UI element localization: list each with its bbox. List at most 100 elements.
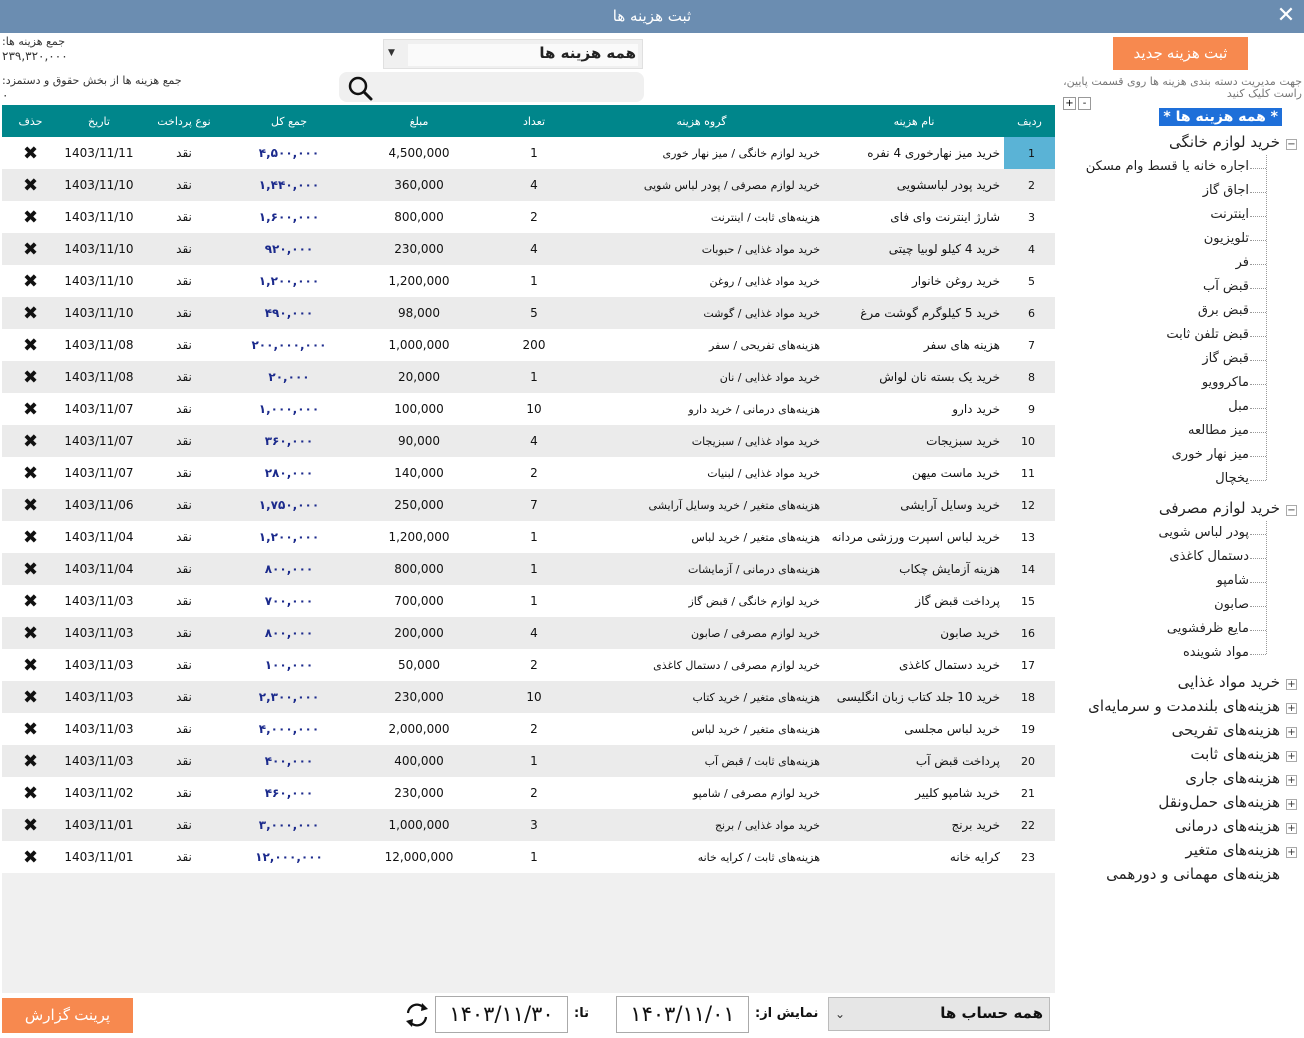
column-header-amount[interactable]: مبلغ: [349, 105, 489, 137]
delete-icon[interactable]: ✖: [2, 841, 59, 873]
table-row[interactable]: 12 خرید وسایل آرایشی هزینه‌های متغیر / خری…: [2, 489, 1055, 521]
delete-icon[interactable]: ✖: [2, 329, 59, 361]
tree-item[interactable]: دستمال کاغذی: [1169, 549, 1249, 564]
column-header-group[interactable]: گروه هزینه: [579, 105, 824, 137]
new-expense-button[interactable]: ثبت هزینه جدید: [1113, 37, 1248, 70]
tree-item[interactable]: یخچال: [1215, 471, 1249, 486]
delete-icon[interactable]: ✖: [2, 137, 59, 169]
tree-item[interactable]: ماکروویو: [1202, 375, 1249, 390]
table-row[interactable]: 8 خرید یک بسته نان لواش خرید مواد غذایی / …: [2, 361, 1055, 393]
delete-icon[interactable]: ✖: [2, 425, 59, 457]
table-row[interactable]: 23 کرایه خانه هزینه‌های ثابت / کرایه خانه 1…: [2, 841, 1055, 873]
print-report-button[interactable]: پرینت گزارش: [2, 998, 133, 1033]
table-row[interactable]: 18 خرید 10 جلد کتاب زبان انگلیسی هزینه‌های…: [2, 681, 1055, 713]
tree-expand-toggle[interactable]: +: [1286, 679, 1297, 690]
delete-icon[interactable]: ✖: [2, 649, 59, 681]
column-header-date[interactable]: تاریخ: [59, 105, 139, 137]
close-icon[interactable]: ✕: [1274, 4, 1298, 28]
table-row[interactable]: 20 پرداخت قبض آب هزینه‌های ثابت / قبض آب 1 4…: [2, 745, 1055, 777]
delete-icon[interactable]: ✖: [2, 169, 59, 201]
delete-icon[interactable]: ✖: [2, 393, 59, 425]
tree-group[interactable]: خرید لوازم مصرفی: [1159, 499, 1280, 517]
to-date-input[interactable]: ۱۴۰۳/۱۱/۳۰: [435, 996, 568, 1033]
tree-expand-toggle[interactable]: +: [1286, 847, 1297, 858]
column-header-name[interactable]: نام هزینه: [824, 105, 1004, 137]
tree-item[interactable]: شامپو: [1217, 573, 1249, 588]
table-row[interactable]: 22 خرید برنج خرید مواد غذایی / برنج 3 1,000,…: [2, 809, 1055, 841]
tree-expand-toggle[interactable]: +: [1286, 703, 1297, 714]
tree-item[interactable]: پودر لباس شویی: [1159, 525, 1249, 540]
from-date-input[interactable]: ۱۴۰۳/۱۱/۰۱: [616, 996, 749, 1033]
tree-group[interactable]: هزینه‌های درمانی: [1175, 817, 1280, 835]
table-row[interactable]: 4 خرید 4 کیلو لوبیا چیتی خرید مواد غذایی /…: [2, 233, 1055, 265]
table-row[interactable]: 5 خرید روغن خانوار خرید مواد غذایی / روغن 1…: [2, 265, 1055, 297]
tree-item[interactable]: قبض گاز: [1202, 351, 1249, 366]
tree-collapse-toggle[interactable]: −: [1286, 505, 1297, 516]
tree-expand-toggle[interactable]: +: [1286, 799, 1297, 810]
tree-item[interactable]: مایع ظرفشویی: [1167, 621, 1249, 636]
tree-collapse-toggle[interactable]: −: [1286, 139, 1297, 150]
delete-icon[interactable]: ✖: [2, 521, 59, 553]
tree-group[interactable]: خرید لوازم خانگی: [1169, 133, 1280, 151]
tree-item[interactable]: فر: [1236, 255, 1249, 270]
tree-item[interactable]: اجاره خانه یا قسط وام مسکن: [1086, 159, 1249, 174]
tree-item[interactable]: قبض آب: [1203, 279, 1249, 294]
delete-icon[interactable]: ✖: [2, 777, 59, 809]
delete-icon[interactable]: ✖: [2, 297, 59, 329]
table-row[interactable]: 11 خرید ماست میهن خرید مواد غذایی / لبنیات…: [2, 457, 1055, 489]
search-icon[interactable]: [347, 75, 373, 101]
table-row[interactable]: 16 خرید صابون خرید لوازم مصرفی / صابون 4 200…: [2, 617, 1055, 649]
delete-icon[interactable]: ✖: [2, 457, 59, 489]
delete-icon[interactable]: ✖: [2, 809, 59, 841]
table-row[interactable]: 9 خرید دارو هزینه‌های درمانی / خرید دارو 10…: [2, 393, 1055, 425]
tree-item[interactable]: صابون: [1214, 597, 1249, 612]
tree-group[interactable]: هزینه‌های ثابت: [1190, 745, 1280, 763]
tree-expand-toggle[interactable]: +: [1286, 751, 1297, 762]
table-row[interactable]: 1 خرید میز نهارخوری 4 نفره خرید لوازم خانگ…: [2, 137, 1055, 169]
refresh-icon[interactable]: [402, 1000, 432, 1030]
table-row[interactable]: 7 هزینه های سفر هزینه‌های تفریحی / سفر 200 1…: [2, 329, 1055, 361]
table-row[interactable]: 19 خرید لباس مجلسی هزینه‌های متغیر / خرید …: [2, 713, 1055, 745]
tree-item[interactable]: مبل: [1228, 399, 1249, 414]
tree-expand-toggle[interactable]: +: [1286, 823, 1297, 834]
tree-group[interactable]: هزینه‌های بلندمدت و سرمایه‌ای: [1088, 697, 1280, 715]
table-row[interactable]: 14 هزینه آزمایش چکاب هزینه‌های درمانی / آز…: [2, 553, 1055, 585]
delete-icon[interactable]: ✖: [2, 681, 59, 713]
table-row[interactable]: 21 خرید شامپو کلییر خرید لوازم مصرفی / شام…: [2, 777, 1055, 809]
tree-root-all-expenses[interactable]: * همه هزینه ها *: [1159, 108, 1282, 126]
tree-item[interactable]: اینترنت: [1210, 207, 1249, 222]
search-input[interactable]: [339, 72, 644, 102]
column-header-idx[interactable]: ردیف: [1004, 105, 1055, 137]
delete-icon[interactable]: ✖: [2, 617, 59, 649]
delete-icon[interactable]: ✖: [2, 361, 59, 393]
table-row[interactable]: 2 خرید پودر لباسشویی خرید لوازم مصرفی / پو…: [2, 169, 1055, 201]
tree-item[interactable]: تلویزیون: [1204, 231, 1249, 246]
tree-item[interactable]: میز مطالعه: [1188, 423, 1249, 438]
tree-group[interactable]: هزینه‌های جاری: [1185, 769, 1280, 787]
table-row[interactable]: 10 خرید سبزیجات خرید مواد غذایی / سبزیجات 4…: [2, 425, 1055, 457]
tree-item[interactable]: اجاق گاز: [1203, 183, 1249, 198]
table-row[interactable]: 6 خرید 5 کیلوگرم گوشت مرغ خرید مواد غذایی …: [2, 297, 1055, 329]
delete-icon[interactable]: ✖: [2, 489, 59, 521]
table-row[interactable]: 3 شارژ اینترنت وای فای هزینه‌های ثابت / ای…: [2, 201, 1055, 233]
column-header-count[interactable]: تعداد: [489, 105, 579, 137]
category-filter-select[interactable]: همه هزینه ها ▼: [383, 39, 643, 69]
accounts-select[interactable]: همه حساب ها ⌄: [828, 997, 1050, 1031]
delete-icon[interactable]: ✖: [2, 201, 59, 233]
table-row[interactable]: 13 خرید لباس اسپرت ورزشی مردانه هزینه‌های …: [2, 521, 1055, 553]
column-header-del[interactable]: حذف: [2, 105, 59, 137]
delete-icon[interactable]: ✖: [2, 553, 59, 585]
delete-icon[interactable]: ✖: [2, 233, 59, 265]
table-row[interactable]: 17 خرید دستمال کاغذی خرید لوازم مصرفی / دس…: [2, 649, 1055, 681]
tree-item[interactable]: مواد شوینده: [1183, 645, 1249, 660]
tree-expand-toggle[interactable]: +: [1286, 775, 1297, 786]
delete-icon[interactable]: ✖: [2, 745, 59, 777]
tree-group[interactable]: خرید مواد غذایی: [1178, 673, 1280, 691]
delete-icon[interactable]: ✖: [2, 265, 59, 297]
tree-group[interactable]: هزینه‌های مهمانی و دورهمی: [1106, 865, 1280, 883]
tree-item[interactable]: قبض تلفن ثابت: [1166, 327, 1249, 342]
column-header-pay[interactable]: نوع پرداخت: [139, 105, 229, 137]
column-header-total[interactable]: جمع کل: [229, 105, 349, 137]
tree-expand-toggle[interactable]: +: [1286, 727, 1297, 738]
tree-item[interactable]: قبض برق: [1198, 303, 1249, 318]
